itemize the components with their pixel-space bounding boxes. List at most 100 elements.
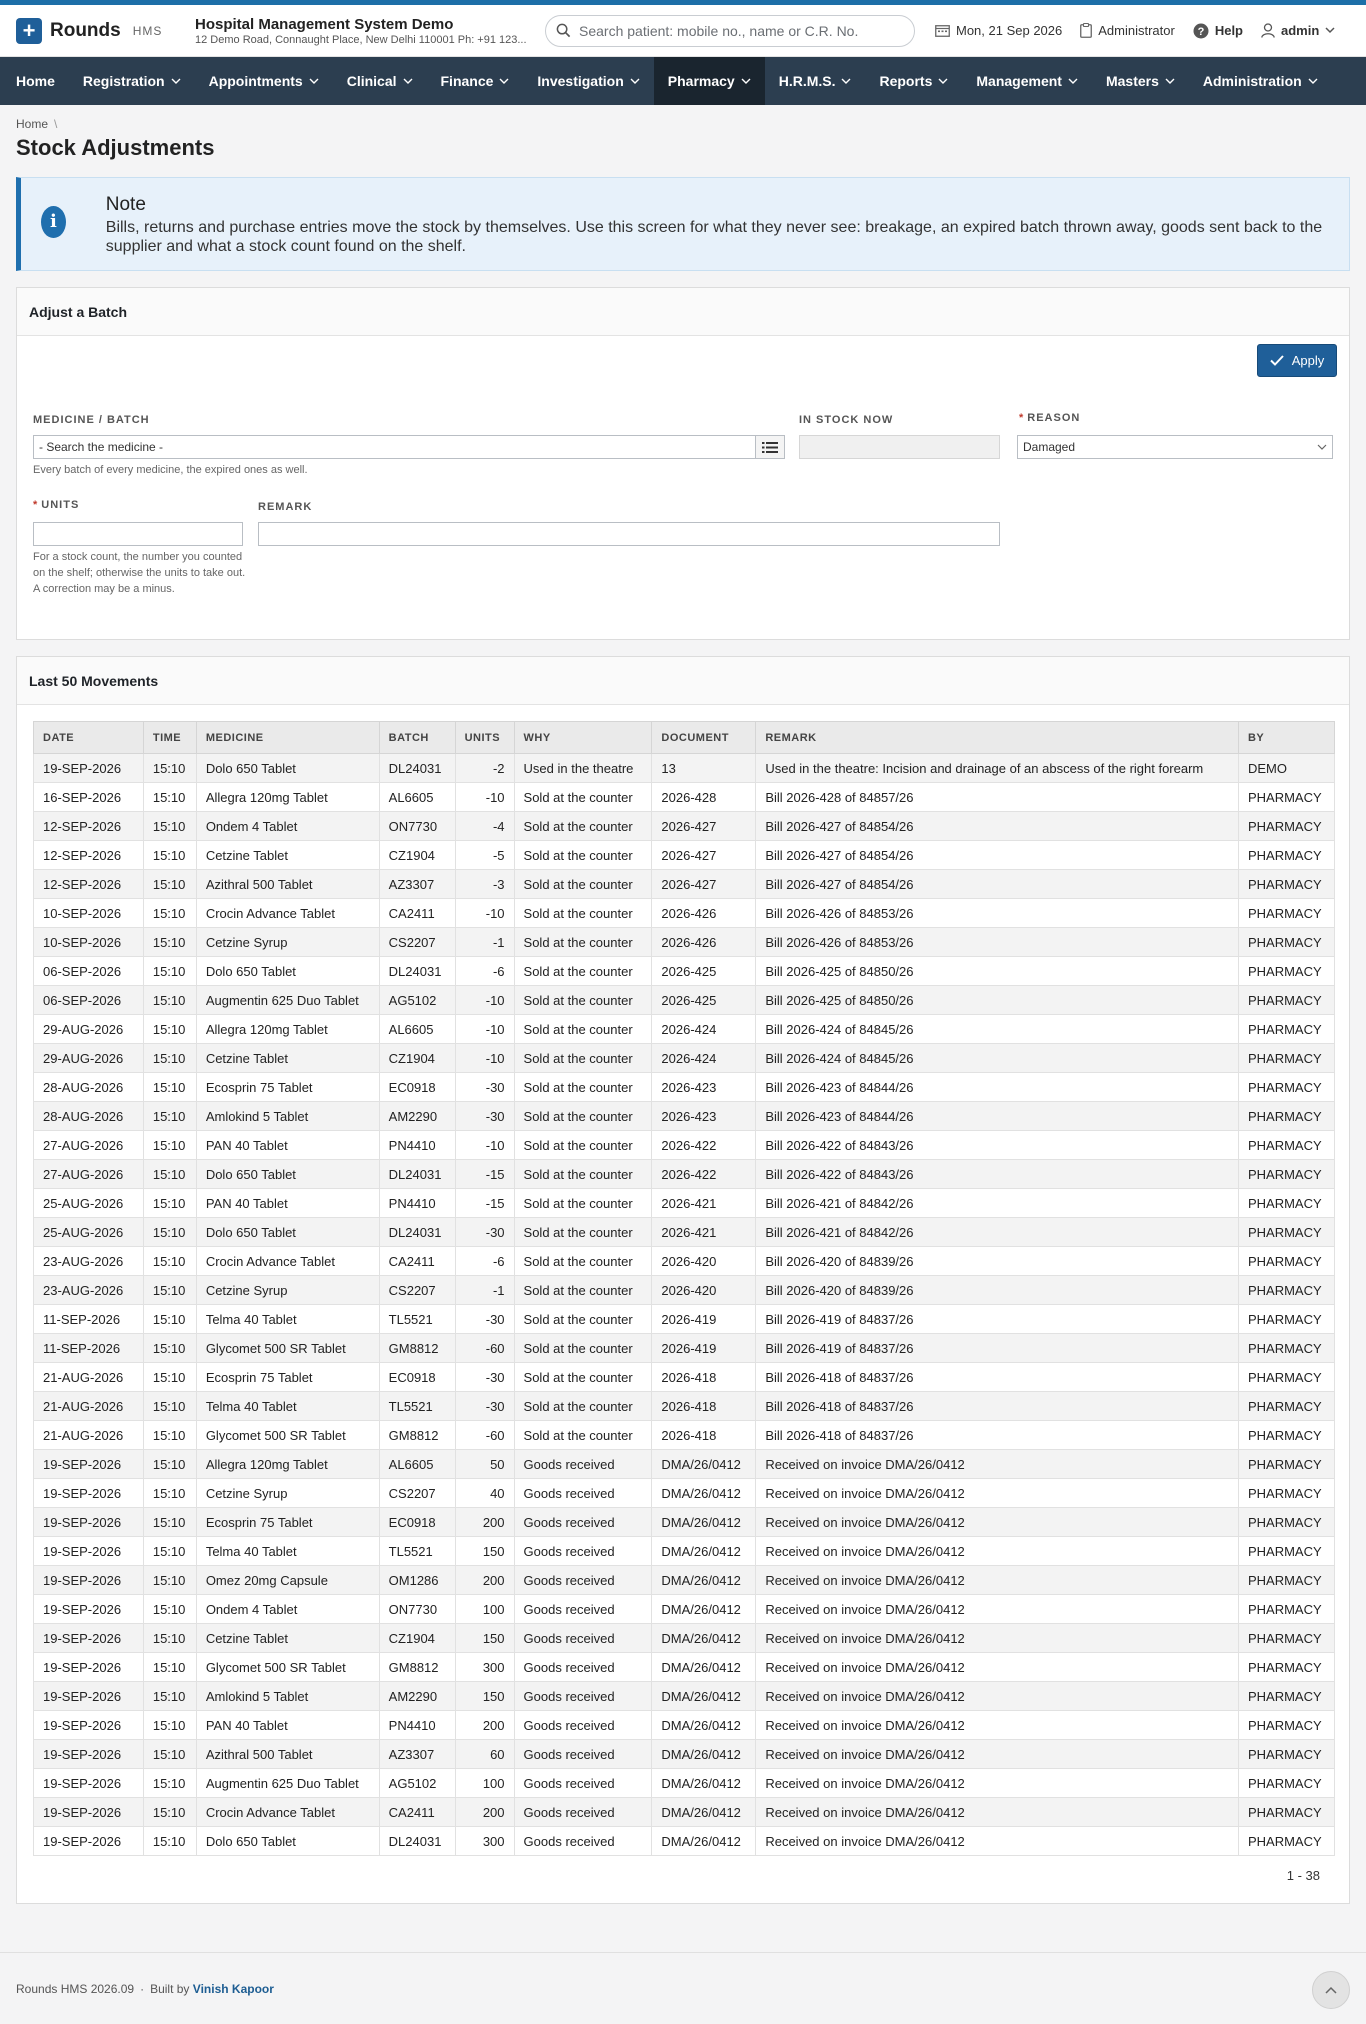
cell-document: DMA/26/0412 bbox=[651, 1565, 757, 1595]
remark-label: REMARK bbox=[258, 501, 313, 513]
cell-time: 15:10 bbox=[142, 1768, 197, 1798]
chevron-down-icon bbox=[841, 78, 851, 84]
info-icon: i bbox=[41, 206, 66, 238]
cell-why: Goods received bbox=[513, 1565, 653, 1595]
cell-why: Sold at the counter bbox=[513, 1246, 653, 1276]
cell-medicine: Glycomet 500 SR Tablet bbox=[195, 1652, 380, 1682]
cell-units: -30 bbox=[454, 1391, 515, 1421]
cell-units: -30 bbox=[454, 1072, 515, 1102]
cell-by: PHARMACY bbox=[1237, 1478, 1336, 1508]
cell-by: PHARMACY bbox=[1237, 1826, 1336, 1856]
nav-item-pharmacy[interactable]: Pharmacy bbox=[653, 57, 765, 105]
cell-why: Sold at the counter bbox=[513, 1333, 653, 1363]
header-role[interactable]: Administrator bbox=[1080, 23, 1175, 38]
cell-medicine: Azithral 500 Tablet bbox=[195, 869, 380, 899]
cell-units: -10 bbox=[454, 985, 515, 1015]
nav-item-administration[interactable]: Administration bbox=[1189, 57, 1332, 105]
nav-item-clinical[interactable]: Clinical bbox=[333, 57, 427, 105]
cell-batch: CZ1904 bbox=[378, 1623, 456, 1653]
nav-item-investigation[interactable]: Investigation bbox=[523, 57, 653, 105]
nav-item-masters[interactable]: Masters bbox=[1092, 57, 1189, 105]
cell-why: Goods received bbox=[513, 1797, 653, 1827]
units-input[interactable] bbox=[33, 522, 243, 546]
reason-select[interactable]: Damaged bbox=[1017, 435, 1333, 459]
cell-document: 2026-422 bbox=[651, 1159, 757, 1189]
cell-why: Sold at the counter bbox=[513, 927, 653, 957]
brand[interactable]: + Rounds HMS bbox=[16, 17, 181, 44]
medicine-select[interactable]: - Search the medicine - bbox=[33, 435, 757, 459]
breadcrumb-home[interactable]: Home bbox=[16, 117, 48, 131]
column-header-time: TIME bbox=[142, 721, 197, 754]
cell-remark: Bill 2026-421 of 84842/26 bbox=[755, 1188, 1239, 1218]
cell-document: 2026-424 bbox=[651, 1014, 757, 1044]
cell-why: Sold at the counter bbox=[513, 1159, 653, 1189]
cell-units: -10 bbox=[454, 898, 515, 928]
cell-by: PHARMACY bbox=[1237, 1159, 1336, 1189]
search-input[interactable] bbox=[579, 22, 899, 39]
cell-why: Goods received bbox=[513, 1478, 653, 1508]
cell-remark: Bill 2026-419 of 84837/26 bbox=[755, 1304, 1239, 1334]
scroll-top-button[interactable] bbox=[1312, 1971, 1350, 2009]
cell-time: 15:10 bbox=[142, 1710, 197, 1740]
nav-item-home[interactable]: Home bbox=[2, 57, 69, 105]
nav-item-reports[interactable]: Reports bbox=[865, 57, 962, 105]
cell-date: 19-SEP-2026 bbox=[33, 1652, 144, 1682]
cell-units: -15 bbox=[454, 1159, 515, 1189]
cell-why: Sold at the counter bbox=[513, 1188, 653, 1218]
hospital-address: 12 Demo Road, Connaught Place, New Delhi… bbox=[195, 33, 527, 46]
cell-document: DMA/26/0412 bbox=[651, 1797, 757, 1827]
cell-time: 15:10 bbox=[142, 1217, 197, 1247]
nav-item-management[interactable]: Management bbox=[962, 57, 1092, 105]
cell-batch: DL24031 bbox=[378, 753, 456, 783]
cell-date: 16-SEP-2026 bbox=[33, 782, 144, 812]
cell-batch: DL24031 bbox=[378, 956, 456, 986]
medicine-list-button[interactable] bbox=[755, 435, 785, 459]
cell-why: Sold at the counter bbox=[513, 1420, 653, 1450]
cell-date: 19-SEP-2026 bbox=[33, 1565, 144, 1595]
patient-search[interactable] bbox=[545, 14, 915, 47]
cell-why: Goods received bbox=[513, 1768, 653, 1798]
cell-date: 19-SEP-2026 bbox=[33, 1710, 144, 1740]
cell-by: PHARMACY bbox=[1237, 1449, 1336, 1479]
cell-batch: TL5521 bbox=[378, 1391, 456, 1421]
cell-by: PHARMACY bbox=[1237, 1014, 1336, 1044]
cell-remark: Received on invoice DMA/26/0412 bbox=[755, 1652, 1239, 1682]
cell-why: Sold at the counter bbox=[513, 869, 653, 899]
nav-item-registration[interactable]: Registration bbox=[69, 57, 195, 105]
cell-why: Goods received bbox=[513, 1594, 653, 1624]
table-row: 25-AUG-2026 15:10 PAN 40 Tablet PN4410 -15 So… bbox=[33, 1188, 1336, 1218]
calendar-icon bbox=[935, 25, 950, 37]
cell-medicine: Omez 20mg Capsule bbox=[195, 1565, 380, 1595]
footer-author-link[interactable]: Vinish Kapoor bbox=[193, 1982, 274, 1996]
cell-date: 19-SEP-2026 bbox=[33, 1536, 144, 1566]
cell-document: DMA/26/0412 bbox=[651, 1449, 757, 1479]
cell-time: 15:10 bbox=[142, 1188, 197, 1218]
table-row: 19-SEP-2026 15:10 Ecosprin 75 Tablet EC0918… bbox=[33, 1507, 1336, 1537]
header-date: Mon, 21 Sep 2026 bbox=[935, 23, 1062, 38]
cell-remark: Received on invoice DMA/26/0412 bbox=[755, 1739, 1239, 1769]
header-date-text: Mon, 21 Sep 2026 bbox=[956, 23, 1063, 38]
nav-item-finance[interactable]: Finance bbox=[427, 57, 524, 105]
user-menu[interactable]: admin bbox=[1261, 23, 1335, 38]
nav-item-appointments[interactable]: Appointments bbox=[195, 57, 333, 105]
table-row: 28-AUG-2026 15:10 Amlokind 5 Tablet AM2290-… bbox=[33, 1101, 1336, 1131]
cell-medicine: Cetzine Syrup bbox=[195, 1478, 380, 1508]
help-link[interactable]: ? Help bbox=[1193, 23, 1243, 39]
cell-units: -30 bbox=[454, 1217, 515, 1247]
note-text: Bills, returns and purchase entries move… bbox=[105, 219, 1323, 256]
apply-button[interactable]: Apply bbox=[1257, 344, 1337, 377]
cell-units: -1 bbox=[454, 1275, 515, 1305]
cell-batch: AG5102 bbox=[378, 1768, 456, 1798]
movements-panel: Last 50 Movements DATE TIME MEDICINE BATCH U… bbox=[16, 656, 1350, 1904]
remark-input[interactable] bbox=[258, 522, 1000, 546]
cell-time: 15:10 bbox=[142, 782, 197, 812]
cell-medicine: Dolo 650 Tablet bbox=[195, 1159, 380, 1189]
nav-item-h-r-m-s[interactable]: H.R.M.S. bbox=[765, 57, 866, 105]
cell-why: Sold at the counter bbox=[513, 1014, 653, 1044]
cell-batch: OM1286 bbox=[378, 1565, 456, 1595]
cell-date: 28-AUG-2026 bbox=[33, 1072, 144, 1102]
cell-time: 15:10 bbox=[142, 1159, 197, 1189]
cell-remark: Bill 2026-428 of 84857/26 bbox=[755, 782, 1239, 812]
cell-why: Sold at the counter bbox=[513, 1101, 653, 1131]
cell-batch: CZ1904 bbox=[378, 1043, 456, 1073]
